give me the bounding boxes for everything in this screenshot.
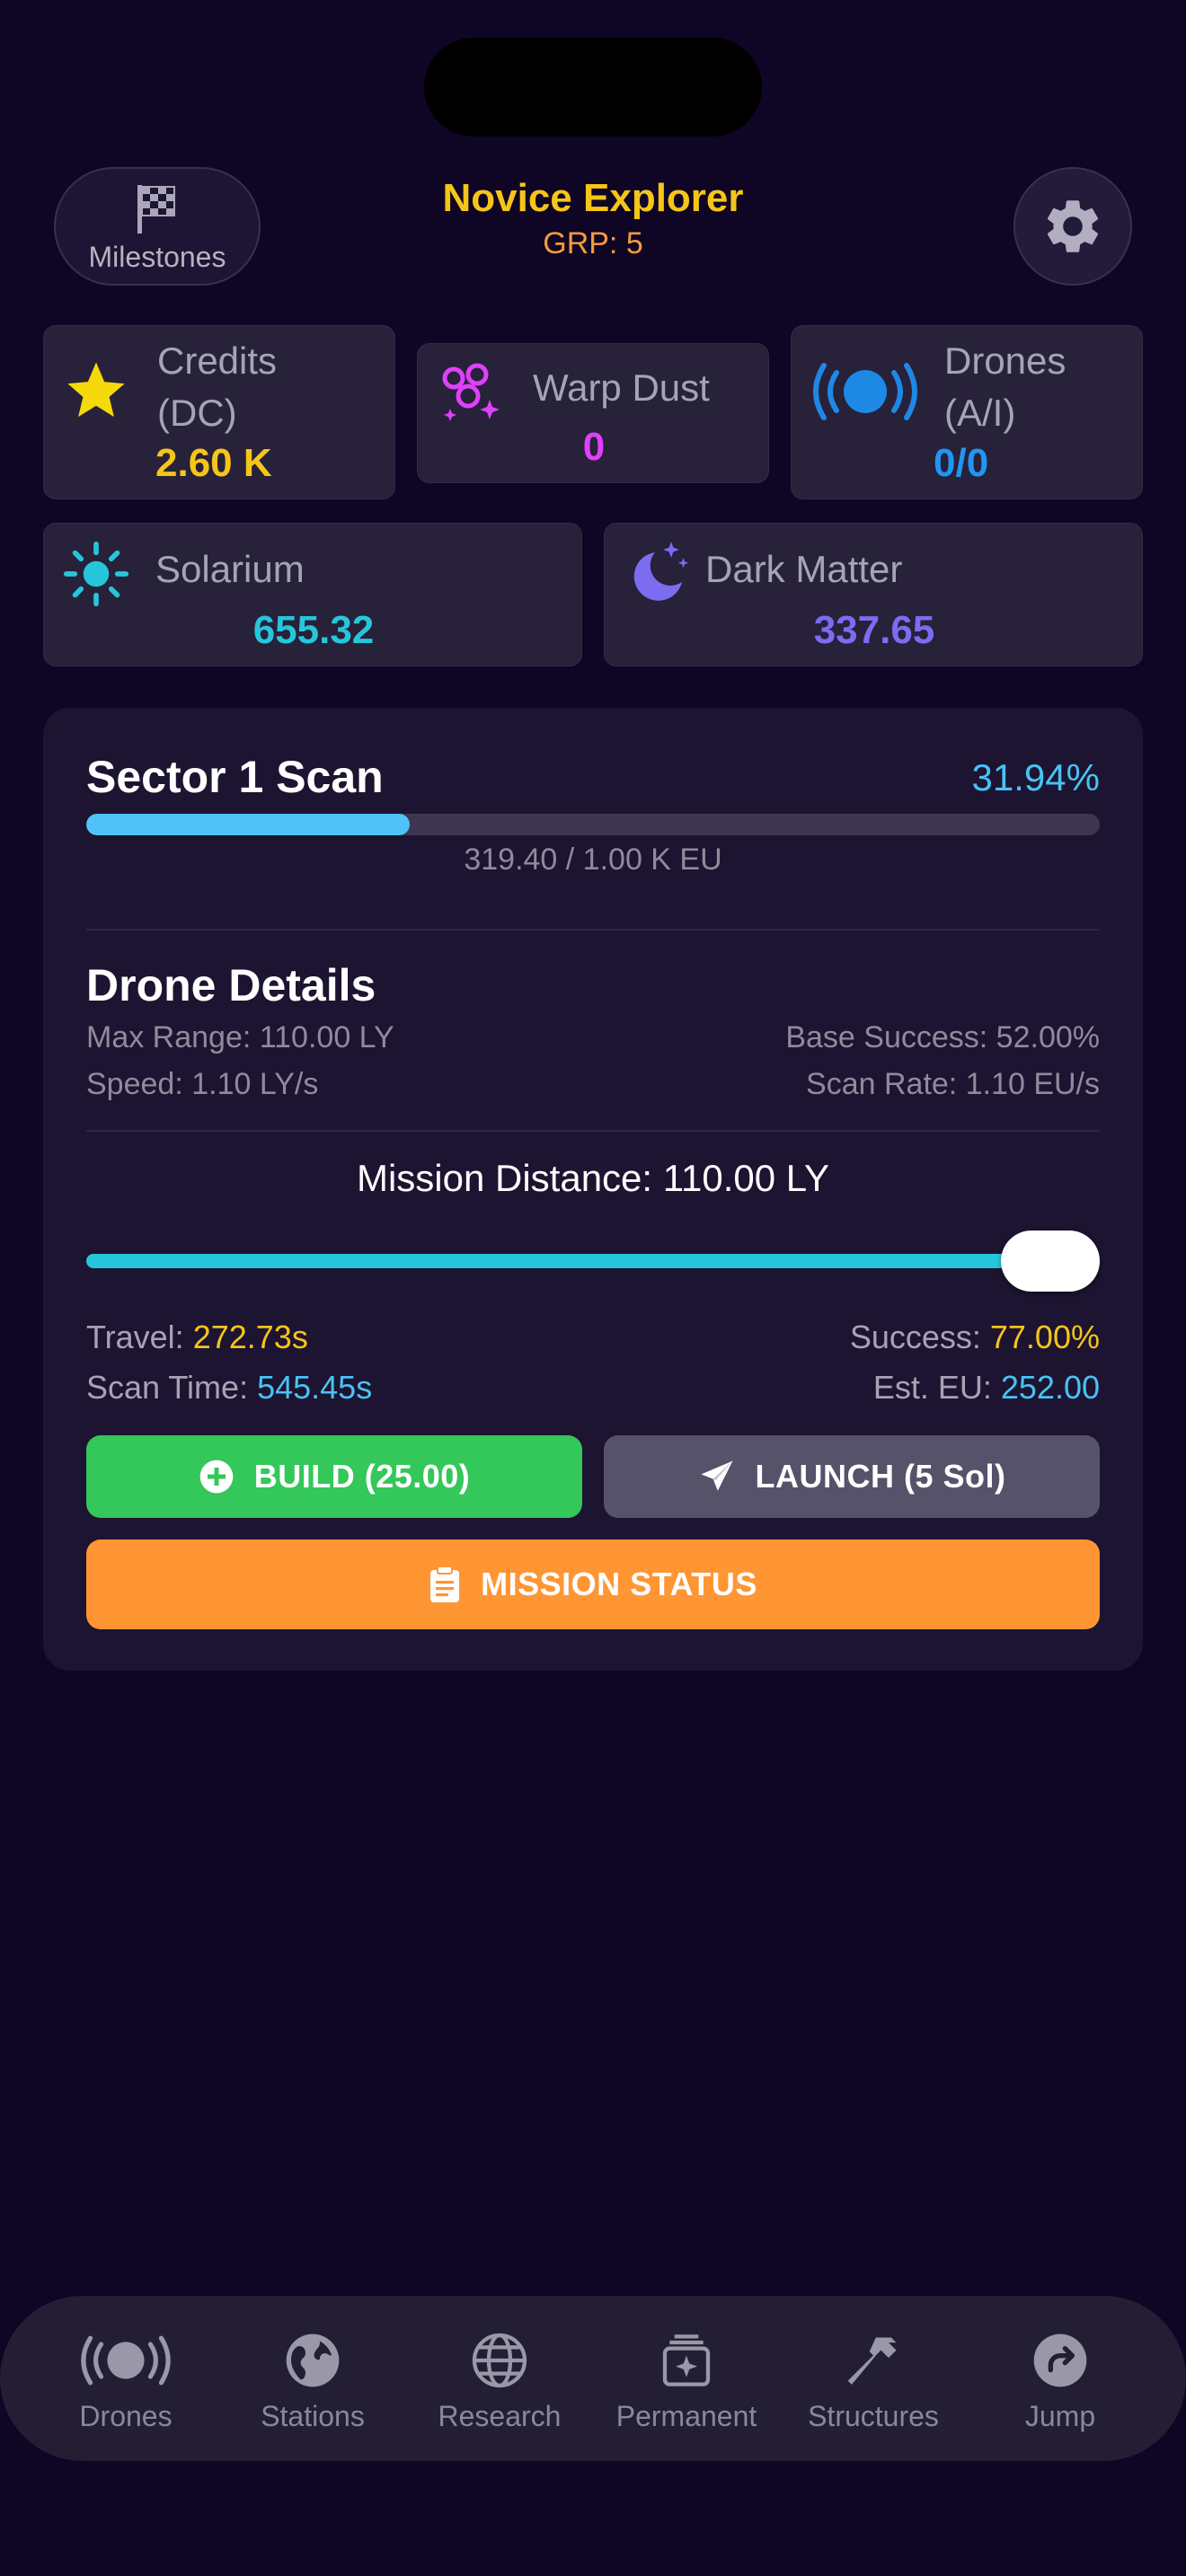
tab-structures[interactable]: Structures [780, 2296, 967, 2461]
tab-label: Stations [261, 2400, 365, 2432]
base-success-text: Base Success: 52.00% [785, 1020, 1100, 1054]
mission-status-label: MISSION STATUS [481, 1566, 757, 1602]
milestones-label: Milestones [88, 240, 226, 273]
network-globe-icon [472, 2333, 527, 2388]
globe-icon [286, 2333, 340, 2387]
scan-progress-text: 319.40 / 1.00 K EU [464, 842, 722, 877]
player-rank: Novice Explorer GRP: 5 [323, 176, 863, 261]
tab-stations[interactable]: Stations [219, 2296, 406, 2461]
paper-plane-icon [701, 1460, 732, 1491]
grp-level: GRP: 5 [543, 226, 643, 260]
drones-card: Drones (A/I) 0/0 [791, 325, 1143, 499]
tab-drones[interactable]: Drones [32, 2296, 219, 2461]
tab-label: Research [438, 2400, 562, 2432]
mission-panel: Sector 1 Scan 31.94% 319.40 / 1.00 K EU … [43, 708, 1143, 1671]
dark-matter-label: Dark Matter [705, 548, 903, 590]
speed-text: Speed: 1.10 LY/s [86, 1067, 319, 1101]
plus-circle-icon [199, 1460, 234, 1494]
checkered-flag-icon [137, 184, 175, 234]
build-label: BUILD (25.00) [253, 1458, 471, 1495]
credits-card: Credits (DC) 2.60 K [43, 325, 395, 499]
tab-permanent[interactable]: Permanent [593, 2296, 780, 2461]
travel-stat: Travel: 272.73s [86, 1319, 308, 1355]
distance-slider-fill [86, 1254, 1100, 1268]
upgrade-stack-icon [662, 2334, 711, 2386]
dark-matter-card: Dark Matter 337.65 [604, 523, 1143, 666]
divider [86, 1130, 1100, 1132]
warp-dust-card: Warp Dust 0 [417, 343, 769, 483]
mission-status-button[interactable]: MISSION STATUS [86, 1539, 1100, 1629]
tab-label: Drones [79, 2400, 173, 2432]
solarium-label: Solarium [155, 548, 305, 590]
scan-progress-bar [86, 814, 1100, 835]
warp-dust-icon [442, 363, 500, 421]
build-button[interactable]: BUILD (25.00) [86, 1435, 582, 1518]
success-value: 77.00% [989, 1319, 1100, 1355]
travel-value: 272.73s [192, 1319, 308, 1355]
drone-signal-icon [813, 363, 917, 420]
sun-icon [63, 541, 129, 607]
solarium-card: Solarium 655.32 [43, 523, 582, 666]
scan-percent: 31.94% [971, 756, 1100, 798]
max-range-text: Max Range: 110.00 LY [86, 1020, 394, 1054]
drone-details-title: Drone Details [86, 960, 376, 1010]
dynamic-island [424, 38, 762, 137]
scan-rate-text: Scan Rate: 1.10 EU/s [806, 1067, 1100, 1101]
est-eu-stat: Est. EU: 252.00 [872, 1369, 1100, 1406]
moon-stars-icon [633, 542, 689, 601]
mission-distance-label: Mission Distance: 110.00 LY [356, 1157, 830, 1199]
warp-dust-label: Warp Dust [533, 366, 710, 409]
tab-research[interactable]: Research [406, 2296, 593, 2461]
drones-value: 0/0 [934, 441, 989, 485]
scan-progress-fill [86, 814, 411, 835]
distance-slider[interactable] [86, 1254, 1100, 1268]
drones-label: Drones (A/I) [944, 340, 1067, 434]
clipboard-icon [430, 1566, 460, 1602]
launch-label: LAUNCH (5 Sol) [755, 1458, 1006, 1495]
jump-arrow-icon [1033, 2333, 1087, 2387]
tab-label: Permanent [615, 2400, 757, 2432]
warp-dust-value: 0 [582, 425, 606, 469]
divider [86, 929, 1100, 931]
tab-label: Structures [808, 2400, 939, 2432]
scan-time-stat: Scan Time: 545.45s [86, 1369, 373, 1406]
bottom-tab-bar: Drones Stations Research Permanent Struc… [0, 2296, 1186, 2461]
credits-value: 2.60 K [155, 441, 272, 485]
distance-slider-thumb[interactable] [1001, 1231, 1100, 1292]
tab-jump[interactable]: Jump [967, 2296, 1154, 2461]
solarium-value: 655.32 [252, 608, 375, 652]
hammer-icon [847, 2337, 897, 2385]
settings-button[interactable] [1013, 167, 1132, 286]
est-eu-value: 252.00 [1000, 1369, 1100, 1406]
gear-icon [1047, 200, 1099, 252]
launch-button[interactable]: LAUNCH (5 Sol) [604, 1435, 1100, 1518]
sector-scan-title: Sector 1 Scan [86, 752, 384, 802]
dark-matter-value: 337.65 [813, 608, 935, 652]
drone-icon [81, 2335, 171, 2386]
tab-label: Jump [1024, 2400, 1096, 2432]
milestones-button[interactable]: Milestones [54, 167, 261, 286]
success-stat: Success: 77.00% [849, 1319, 1100, 1355]
rank-title: Novice Explorer [442, 176, 744, 220]
star-icon [67, 362, 125, 418]
scan-time-value: 545.45s [257, 1369, 373, 1406]
credits-label: Credits (DC) [157, 340, 278, 434]
